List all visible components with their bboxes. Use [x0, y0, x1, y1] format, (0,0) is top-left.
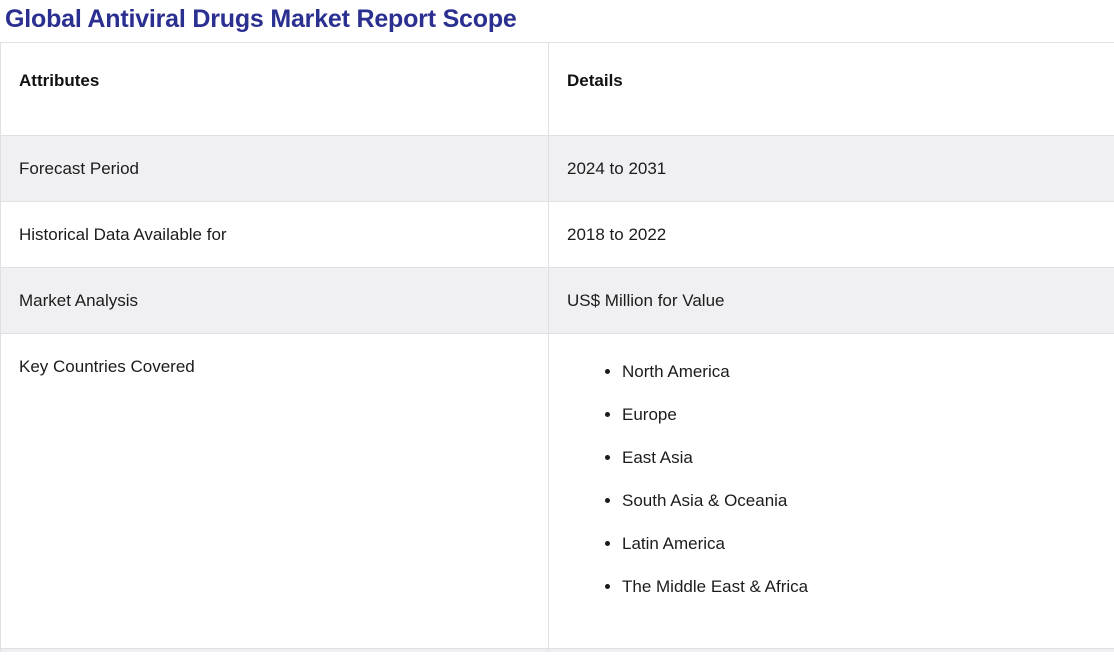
attribute-cell: Key Countries Covered	[0, 333, 549, 649]
page-title: Global Antiviral Drugs Market Report Sco…	[5, 5, 517, 33]
table-header-row: Attributes Details	[0, 42, 1114, 136]
detail-cell: US$ Million for Value	[548, 267, 1114, 334]
table-row-forecast-period: Forecast Period 2024 to 2031	[0, 135, 1114, 202]
attribute-cell: Market Analysis	[0, 267, 549, 334]
table-row-key-countries: Key Countries Covered North America Euro…	[0, 333, 1114, 649]
detail-cell: 2024 to 2031	[548, 135, 1114, 202]
region-list-item: East Asia	[622, 446, 1097, 470]
regions-list: North America Europe East Asia South Asi…	[567, 360, 1097, 599]
cropped-cell	[548, 648, 1114, 652]
table-row-historical-data: Historical Data Available for 2018 to 20…	[0, 201, 1114, 268]
detail-cell: North America Europe East Asia South Asi…	[548, 333, 1114, 649]
region-list-item: The Middle East & Africa	[622, 575, 1097, 599]
attribute-cell: Historical Data Available for	[0, 201, 549, 268]
column-header-attributes: Attributes	[0, 42, 549, 136]
report-scope-table: Attributes Details Forecast Period 2024 …	[0, 42, 1114, 652]
detail-cell: 2018 to 2022	[548, 201, 1114, 268]
column-header-details: Details	[548, 42, 1114, 136]
region-list-item: North America	[622, 360, 1097, 384]
cropped-cell	[0, 648, 549, 652]
region-list-item: Latin America	[622, 532, 1097, 556]
cropped-next-row	[0, 648, 1114, 652]
report-scope-page: Global Antiviral Drugs Market Report Sco…	[0, 0, 1114, 655]
region-list-item: South Asia & Oceania	[622, 489, 1097, 513]
attribute-cell: Forecast Period	[0, 135, 549, 202]
table-row-market-analysis: Market Analysis US$ Million for Value	[0, 267, 1114, 334]
region-list-item: Europe	[622, 403, 1097, 427]
